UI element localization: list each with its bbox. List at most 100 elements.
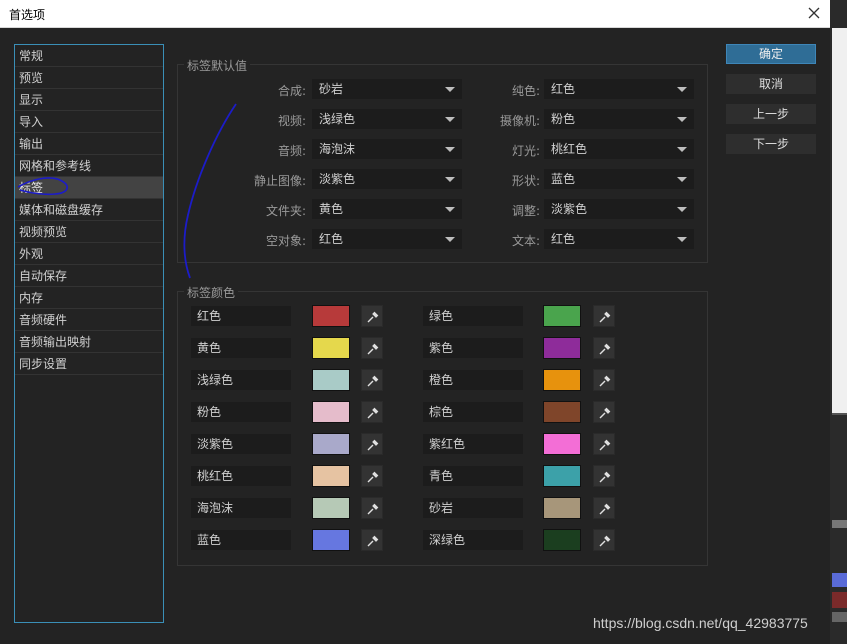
default-color-dropdown[interactable]: 砂岩	[312, 79, 462, 99]
preferences-dialog: 常规 预览 显示 导入 输出 网格和参考线 标签 媒体和磁盘缓存 视频预览 外观 自动保存 内存 音频硬…	[0, 28, 830, 644]
eyedropper-icon[interactable]	[361, 497, 383, 519]
chevron-down-icon	[677, 147, 687, 152]
color-swatch[interactable]	[312, 529, 350, 551]
close-icon[interactable]	[804, 3, 824, 23]
default-label: 文本:	[511, 234, 540, 248]
default-label: 形状:	[511, 174, 540, 188]
eyedropper-icon[interactable]	[593, 305, 615, 327]
default-label: 空对象:	[265, 234, 306, 248]
eyedropper-icon[interactable]	[361, 465, 383, 487]
label-name-field[interactable]: 红色	[191, 306, 291, 326]
color-swatch[interactable]	[312, 401, 350, 423]
dropdown-value: 砂岩	[319, 82, 344, 96]
sidebar-item[interactable]: 自动保存	[15, 265, 163, 287]
color-swatch[interactable]	[543, 401, 581, 423]
default-color-dropdown[interactable]: 红色	[544, 79, 694, 99]
label-name-field[interactable]: 青色	[423, 466, 523, 486]
sidebar-item[interactable]: 常规	[15, 45, 163, 67]
eyedropper-icon[interactable]	[593, 401, 615, 423]
default-color-dropdown[interactable]: 黄色	[312, 199, 462, 219]
eyedropper-icon[interactable]	[593, 433, 615, 455]
sidebar-item[interactable]: 媒体和磁盘缓存	[15, 199, 163, 221]
sidebar-item[interactable]: 显示	[15, 89, 163, 111]
sidebar-item[interactable]: 音频输出映射	[15, 331, 163, 353]
chevron-down-icon	[445, 237, 455, 242]
ok-button[interactable]: 确定	[726, 44, 816, 64]
default-label: 音频:	[277, 144, 306, 158]
eyedropper-icon[interactable]	[361, 305, 383, 327]
color-swatch[interactable]	[543, 465, 581, 487]
dropdown-value: 红色	[319, 232, 344, 246]
sidebar-item[interactable]: 标签	[15, 177, 163, 199]
chevron-down-icon	[445, 87, 455, 92]
label-name-field[interactable]: 紫红色	[423, 434, 523, 454]
label-name-field[interactable]: 砂岩	[423, 498, 523, 518]
eyedropper-icon[interactable]	[361, 337, 383, 359]
sidebar-item[interactable]: 导入	[15, 111, 163, 133]
label-name-field[interactable]: 淡紫色	[191, 434, 291, 454]
eyedropper-icon[interactable]	[361, 433, 383, 455]
label-name-field[interactable]: 黄色	[191, 338, 291, 358]
eyedropper-icon[interactable]	[593, 465, 615, 487]
color-swatch[interactable]	[312, 369, 350, 391]
label-name-field[interactable]: 粉色	[191, 402, 291, 422]
eyedropper-icon[interactable]	[361, 369, 383, 391]
default-label: 静止图像:	[253, 174, 306, 188]
eyedropper-icon[interactable]	[593, 529, 615, 551]
label-name-field[interactable]: 海泡沫	[191, 498, 291, 518]
eyedropper-icon[interactable]	[593, 337, 615, 359]
label-name-field[interactable]: 蓝色	[191, 530, 291, 550]
color-swatch[interactable]	[543, 337, 581, 359]
default-color-dropdown[interactable]: 桃红色	[544, 139, 694, 159]
default-color-dropdown[interactable]: 淡紫色	[312, 169, 462, 189]
color-swatch[interactable]	[312, 305, 350, 327]
eyedropper-icon[interactable]	[361, 401, 383, 423]
chevron-down-icon	[677, 207, 687, 212]
label-colors-group: 标签颜色 红色 黄色 浅绿色 粉色 淡紫色 桃红色 海泡沫 蓝色 绿色 紫色 橙色 棕色 紫红色 青色 砂岩…	[177, 284, 708, 566]
label-name-field[interactable]: 桃红色	[191, 466, 291, 486]
eyedropper-icon[interactable]	[593, 369, 615, 391]
sidebar-item[interactable]: 输出	[15, 133, 163, 155]
label-name-field[interactable]: 橙色	[423, 370, 523, 390]
default-color-dropdown[interactable]: 蓝色	[544, 169, 694, 189]
previous-button[interactable]: 上一步	[726, 104, 816, 124]
default-label: 视频:	[277, 114, 306, 128]
default-color-dropdown[interactable]: 淡紫色	[544, 199, 694, 219]
color-swatch[interactable]	[543, 497, 581, 519]
label-name-field[interactable]: 浅绿色	[191, 370, 291, 390]
default-color-dropdown[interactable]: 浅绿色	[312, 109, 462, 129]
sidebar-item[interactable]: 视频预览	[15, 221, 163, 243]
color-swatch[interactable]	[543, 529, 581, 551]
default-color-dropdown[interactable]: 海泡沫	[312, 139, 462, 159]
sidebar-item[interactable]: 内存	[15, 287, 163, 309]
color-swatch[interactable]	[543, 305, 581, 327]
color-swatch[interactable]	[312, 465, 350, 487]
label-name-field[interactable]: 紫色	[423, 338, 523, 358]
sidebar-item[interactable]: 外观	[15, 243, 163, 265]
label-name-field[interactable]: 棕色	[423, 402, 523, 422]
label-name-field[interactable]: 深绿色	[423, 530, 523, 550]
sidebar-item[interactable]: 同步设置	[15, 353, 163, 375]
color-swatch[interactable]	[312, 497, 350, 519]
color-swatch[interactable]	[543, 433, 581, 455]
next-button[interactable]: 下一步	[726, 134, 816, 154]
eyedropper-icon[interactable]	[361, 529, 383, 551]
chevron-down-icon	[445, 177, 455, 182]
cancel-button[interactable]: 取消	[726, 74, 816, 94]
sidebar-item[interactable]: 预览	[15, 67, 163, 89]
sidebar-item[interactable]: 音频硬件	[15, 309, 163, 331]
sidebar-item[interactable]: 网格和参考线	[15, 155, 163, 177]
default-label: 灯光:	[511, 144, 540, 158]
color-swatch[interactable]	[543, 369, 581, 391]
default-color-dropdown[interactable]: 红色	[544, 229, 694, 249]
title-bar: 首选项	[0, 0, 830, 28]
eyedropper-icon[interactable]	[593, 497, 615, 519]
dropdown-value: 桃红色	[551, 142, 588, 156]
color-swatch[interactable]	[312, 433, 350, 455]
label-name-field[interactable]: 绿色	[423, 306, 523, 326]
color-swatch[interactable]	[312, 337, 350, 359]
dropdown-value: 浅绿色	[319, 112, 356, 126]
default-label: 文件夹:	[265, 204, 306, 218]
default-color-dropdown[interactable]: 粉色	[544, 109, 694, 129]
default-color-dropdown[interactable]: 红色	[312, 229, 462, 249]
